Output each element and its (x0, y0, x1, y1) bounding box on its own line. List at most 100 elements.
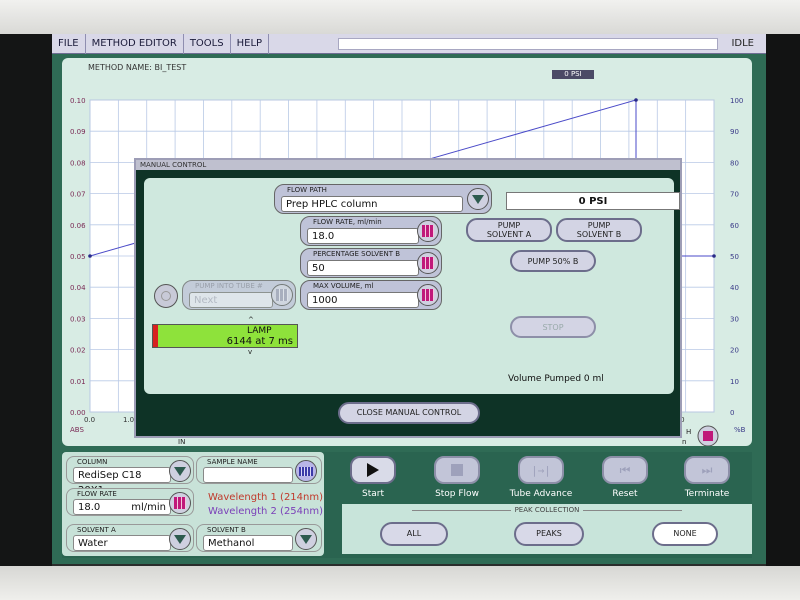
status-text: IDLE (731, 38, 754, 49)
column-dropdown-button[interactable] (169, 460, 191, 482)
tube-advance-label: Tube Advance (509, 489, 573, 499)
keyboard-icon (299, 466, 313, 476)
flow-rate-field: FLOW RATE 18.0 ml/min (66, 488, 194, 516)
pump-solvent-a-button[interactable]: PUMP SOLVENT A (466, 218, 552, 242)
dialog-body: FLOW PATH Prep HPLC column 0 PSI FLOW RA… (144, 178, 680, 394)
flow-rate-keypad-button[interactable] (169, 492, 191, 514)
chevron-down-icon (472, 194, 484, 204)
pump-into-tube-input[interactable]: Next (189, 292, 273, 308)
wavelength-1-label[interactable]: Wavelength 1 (214nm) (208, 492, 323, 503)
dialog-flow-rate-input[interactable]: 18.0 (307, 228, 419, 244)
x-tick-label: 1.0 (123, 416, 134, 424)
dialog-stop-button[interactable]: STOP (510, 316, 596, 338)
reset-button[interactable]: ⏮ (602, 456, 648, 484)
screen: FILE METHOD EDITOR TOOLS HELP IDLE METHO… (52, 34, 766, 564)
y-right-tick-label: 100 (730, 97, 743, 105)
gradient-point (712, 254, 716, 258)
lamp-label: LAMP (247, 326, 272, 336)
dialog-flow-rate-label: FLOW RATE, ml/min (313, 218, 382, 226)
percentage-b-input[interactable]: 50 (307, 260, 419, 276)
solvent-a-field: SOLVENT A Water (66, 524, 194, 552)
menu-method-editor[interactable]: METHOD EDITOR (86, 34, 184, 54)
pump-into-tube-keypad[interactable] (271, 284, 293, 306)
manual-control-dialog: MANUAL CONTROL FLOW PATH Prep HPLC colum… (134, 158, 682, 438)
flow-rate-unit: ml/min (131, 502, 166, 513)
pump-a-line2: SOLVENT A (486, 230, 532, 239)
stop-icon (451, 464, 463, 476)
solvent-b-value[interactable]: Methanol (203, 535, 293, 551)
percentage-b-keypad[interactable] (417, 252, 439, 274)
y-left-tick-label: 0.07 (70, 191, 86, 199)
lamp-value: 6144 at 7 ms (226, 336, 293, 347)
sample-name-field: SAMPLE NAME (196, 456, 322, 484)
flow-rate-input[interactable]: 18.0 ml/min (73, 499, 171, 515)
monitor-bezel-top (0, 0, 800, 34)
x-tick-label: 0.0 (84, 416, 95, 424)
radio-icon (161, 291, 171, 301)
y-right-tick-label: 0 (730, 409, 734, 417)
max-volume-keypad[interactable] (417, 284, 439, 306)
right-button-partial: H (686, 428, 691, 436)
zoom-button-partial-2: IN (178, 438, 185, 446)
volume-pumped: Volume Pumped 0 ml (508, 374, 604, 384)
solvent-b-field: SOLVENT B Methanol (196, 524, 322, 552)
peak-collection-title: PEAK COLLECTION (342, 506, 752, 514)
y-right-tick-label: 10 (730, 378, 739, 386)
caret-up-icon: ^ (248, 316, 254, 324)
peak-none-button[interactable]: NONE (652, 522, 718, 546)
menu-help[interactable]: HELP (231, 34, 270, 54)
y-left-tick-label: 0.04 (70, 284, 86, 292)
skip-end-icon: ⏭ (701, 462, 713, 477)
chevron-down-icon (174, 534, 186, 544)
sample-name-input[interactable] (203, 467, 293, 483)
play-icon (367, 463, 379, 477)
flow-path-field: FLOW PATH Prep HPLC column (274, 184, 492, 214)
menu-tools[interactable]: TOOLS (184, 34, 231, 54)
peak-collection-panel: PEAK COLLECTION ALL PEAKS NONE (342, 504, 752, 554)
start-label: Start (362, 489, 384, 499)
keypad-icon (422, 289, 434, 301)
keyboard-button[interactable] (295, 460, 317, 482)
max-volume-label: MAX VOLUME, ml (313, 282, 374, 290)
solvent-a-value[interactable]: Water (73, 535, 171, 551)
flow-path-value[interactable]: Prep HPLC column (281, 196, 463, 212)
pump-50-b-button[interactable]: PUMP 50% B (510, 250, 596, 272)
stop-flow-button[interactable] (434, 456, 480, 484)
pump-a-line1: PUMP (497, 221, 521, 230)
lamp-indicator: LAMP 6144 at 7 ms (152, 324, 298, 348)
pump-b-line2: SOLVENT B (576, 230, 622, 239)
keypad-icon (276, 289, 288, 301)
terminate-label: Terminate (684, 489, 730, 499)
menu-file[interactable]: FILE (52, 34, 86, 54)
y-left-tick-label: 0.10 (70, 97, 86, 105)
solvent-a-dropdown-button[interactable] (169, 528, 191, 550)
max-volume-input[interactable]: 1000 (307, 292, 419, 308)
solvent-b-dropdown-button[interactable] (295, 528, 317, 550)
message-field (338, 38, 718, 50)
pump-into-tube-toggle[interactable] (154, 284, 178, 308)
column-field: COLUMN RediSep C18 20X1 (66, 456, 194, 496)
dialog-flow-rate-keypad[interactable] (417, 220, 439, 242)
percentage-b-label: PERCENTAGE SOLVENT B (313, 250, 401, 258)
column-value[interactable]: RediSep C18 20X1 (73, 467, 171, 496)
pump-b-line1: PUMP (587, 221, 611, 230)
flow-rate-control: FLOW RATE, ml/min 18.0 (300, 216, 442, 246)
peak-peaks-button[interactable]: PEAKS (514, 522, 584, 546)
flow-path-dropdown-button[interactable] (467, 188, 489, 210)
terminate-button[interactable]: ⏭ (684, 456, 730, 484)
reset-label: Reset (612, 489, 638, 499)
flow-rate-label: FLOW RATE (77, 490, 117, 498)
peak-collection-title-text: PEAK COLLECTION (510, 506, 584, 514)
wavelength-2-label[interactable]: Wavelength 2 (254nm) (208, 506, 323, 517)
lamp-status-bar (153, 325, 158, 347)
column-label: COLUMN (77, 458, 108, 466)
start-button[interactable] (350, 456, 396, 484)
max-volume-control: MAX VOLUME, ml 1000 (300, 280, 442, 310)
peak-all-button[interactable]: ALL (380, 522, 448, 546)
pump-solvent-b-button[interactable]: PUMP SOLVENT B (556, 218, 642, 242)
gradient-point (88, 254, 92, 258)
chevron-down-icon (300, 534, 312, 544)
monitor-bezel-right (766, 34, 800, 566)
tube-advance-button[interactable]: |→| (518, 456, 564, 484)
close-manual-control-button[interactable]: CLOSE MANUAL CONTROL (338, 402, 480, 424)
